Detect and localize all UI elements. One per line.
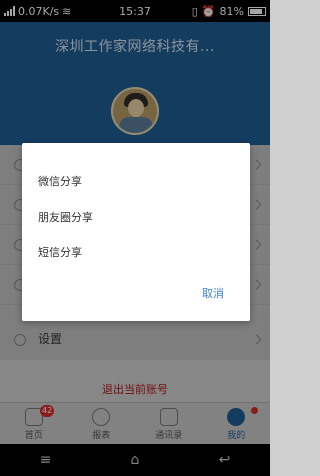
cancel-button[interactable]: 取消 — [202, 285, 224, 301]
share-option-wechat[interactable]: 微信分享 — [38, 173, 82, 189]
share-option-moments[interactable]: 朋友圈分享 — [38, 209, 93, 225]
share-dialog: 微信分享 朋友圈分享 短信分享 取消 — [22, 143, 250, 321]
share-option-sms[interactable]: 短信分享 — [38, 244, 82, 260]
